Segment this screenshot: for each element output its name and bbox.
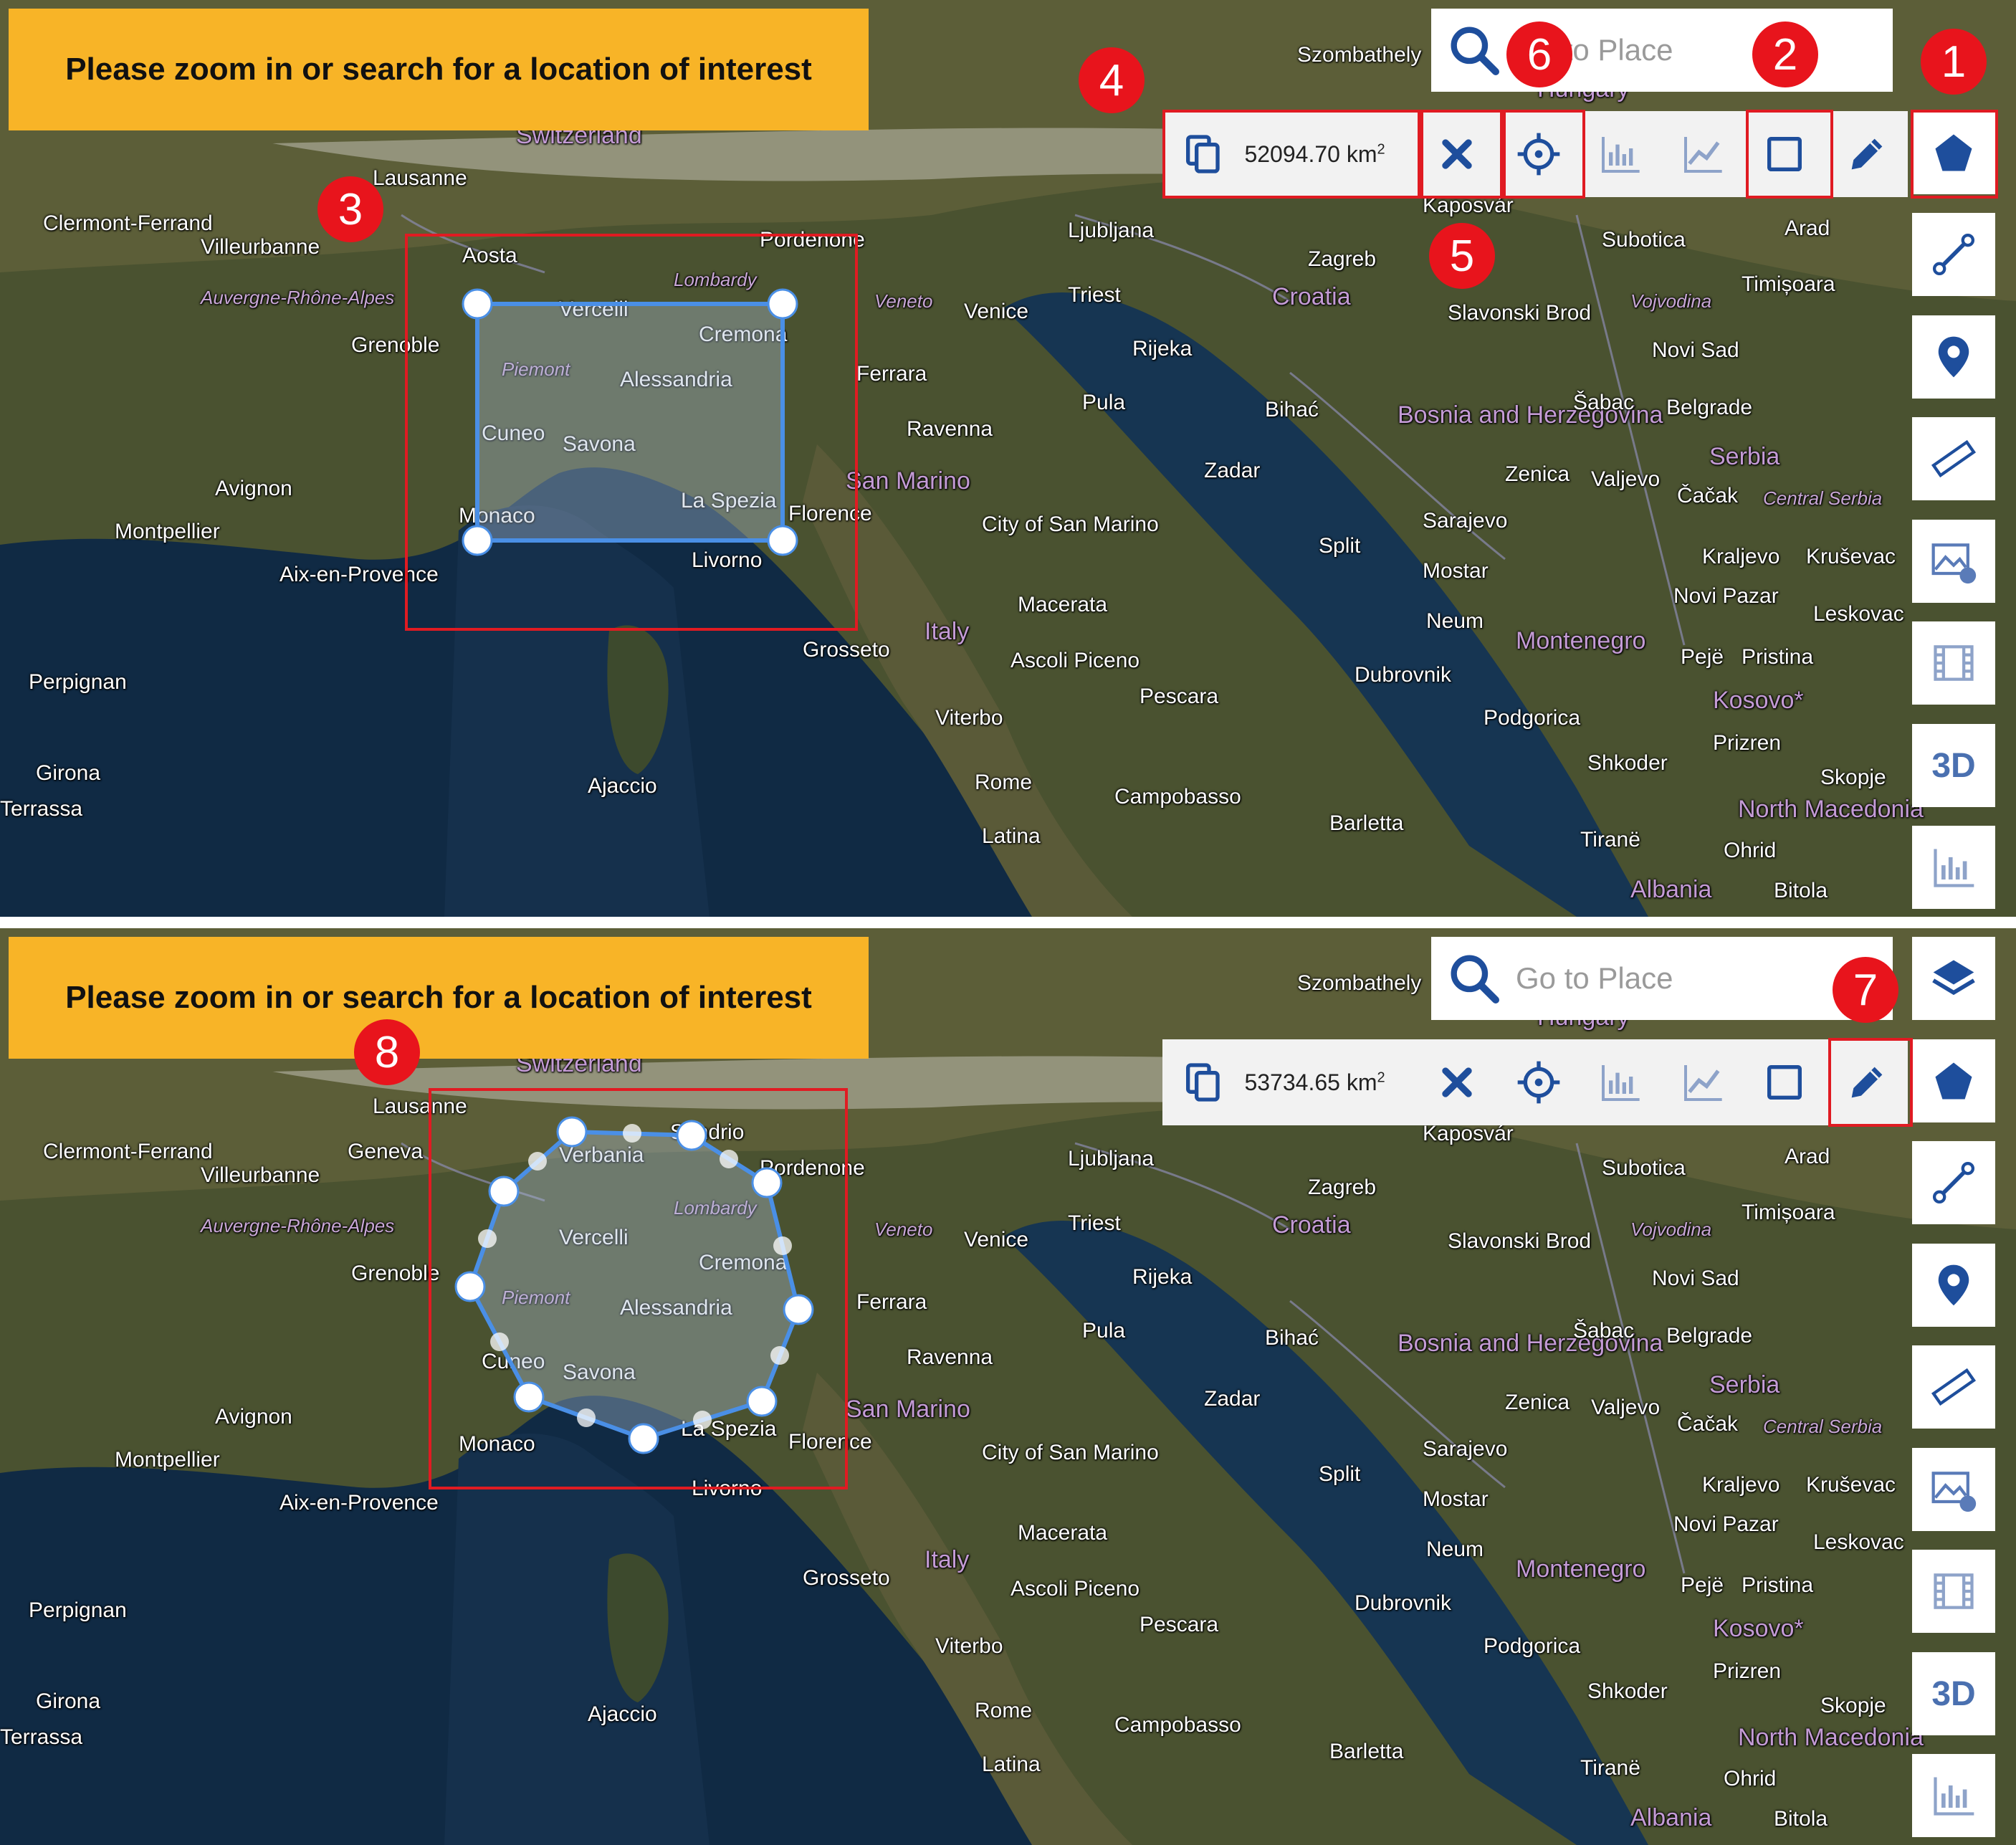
banner-text: Please zoom in or search for a location … — [65, 52, 812, 87]
time-series-button[interactable] — [1662, 1039, 1744, 1125]
image-download-icon — [1931, 1472, 1977, 1512]
line-chart-icon — [1683, 137, 1722, 173]
layers-icon — [1932, 960, 1975, 996]
line-icon — [1932, 1161, 1975, 1204]
rectangle-tool-button[interactable] — [1744, 1039, 1825, 1125]
highlight-box-clear — [1420, 110, 1503, 199]
step-marker: 5 — [1429, 223, 1495, 289]
line-tool-button[interactable] — [1912, 213, 1995, 296]
close-icon — [1441, 1067, 1472, 1097]
highlight-box-area — [1162, 110, 1420, 199]
banner-text: Please zoom in or search for a location … — [65, 980, 812, 1015]
step-marker: 7 — [1833, 957, 1898, 1023]
measure-tool-button[interactable] — [1912, 1345, 1995, 1429]
highlight-box-zoom-to — [1503, 110, 1585, 199]
area-value: 53734.65 km — [1244, 1069, 1377, 1095]
bar-chart-icon — [1934, 1777, 1974, 1816]
info-banner: Please zoom in or search for a location … — [9, 937, 869, 1059]
timelapse-button[interactable] — [1912, 1550, 1995, 1633]
image-download-button[interactable] — [1912, 1448, 1995, 1531]
clear-button[interactable] — [1415, 1039, 1497, 1125]
time-series-button[interactable] — [1662, 111, 1744, 197]
bar-chart-icon — [1602, 1065, 1640, 1101]
search-box[interactable] — [1431, 937, 1893, 1020]
highlight-box-edit — [1828, 1038, 1913, 1127]
pencil-icon — [1851, 138, 1883, 170]
crosshair-icon — [1517, 1061, 1560, 1104]
map-pin-icon — [1938, 336, 1969, 378]
line-icon — [1932, 233, 1975, 276]
edit-button[interactable] — [1826, 111, 1908, 197]
line-tool-button[interactable] — [1912, 1141, 1995, 1224]
copy-button[interactable] — [1162, 1039, 1244, 1125]
3d-icon: 3D — [1931, 1674, 1976, 1713]
histogram-button[interactable] — [1580, 111, 1661, 197]
bar-chart-icon — [1934, 849, 1974, 887]
timelapse-button[interactable] — [1912, 621, 1995, 705]
step-marker: 6 — [1506, 22, 1572, 87]
zoom-to-button[interactable] — [1498, 1039, 1580, 1125]
panel-divider — [0, 917, 2016, 928]
map-panel-top[interactable]: Switzerland Lausanne Clermont-Ferrand Vi… — [0, 0, 2016, 917]
copy-icon — [1186, 1063, 1220, 1102]
ruler-icon — [1931, 1368, 1977, 1406]
histogram-button[interactable] — [1580, 1039, 1661, 1125]
square-icon — [1767, 1065, 1802, 1100]
polygon-tool-button[interactable] — [1912, 1039, 1995, 1122]
measure-tool-button[interactable] — [1912, 417, 1995, 500]
film-icon — [1934, 645, 1974, 681]
polygon-toolbar: 53734.65 km2 — [1162, 1039, 1908, 1125]
3d-icon: 3D — [1931, 746, 1976, 785]
search-icon[interactable] — [1446, 950, 1503, 1007]
bar-chart-icon — [1602, 137, 1640, 173]
ruler-icon — [1931, 439, 1977, 478]
image-download-button[interactable] — [1912, 520, 1995, 603]
step-marker: 4 — [1079, 47, 1145, 113]
info-banner: Please zoom in or search for a location … — [9, 9, 869, 130]
map-panel-bottom[interactable]: Switzerland Lausanne Geneva Clermont-Fer… — [0, 928, 2016, 1845]
point-tool-button[interactable] — [1912, 1244, 1995, 1327]
search-icon[interactable] — [1446, 22, 1503, 79]
layers-button[interactable] — [1912, 937, 1995, 1020]
highlight-box-aoi — [405, 234, 858, 631]
step-marker: 8 — [354, 1019, 420, 1085]
highlight-box-aoi — [429, 1088, 848, 1489]
highlight-box-polygon-tool — [1911, 110, 1998, 199]
step-marker: 3 — [317, 176, 383, 242]
search-input[interactable] — [1514, 960, 1861, 996]
area-unit-sup: 2 — [1377, 1069, 1385, 1085]
film-icon — [1934, 1573, 1974, 1609]
step-marker: 2 — [1752, 22, 1818, 87]
statistics-button[interactable] — [1912, 826, 1995, 909]
pentagon-icon — [1935, 1062, 1972, 1100]
point-tool-button[interactable] — [1912, 315, 1995, 399]
image-download-icon — [1931, 543, 1977, 584]
3d-view-button[interactable]: 3D — [1912, 1652, 1995, 1735]
statistics-button[interactable] — [1912, 1754, 1995, 1837]
map-pin-icon — [1938, 1264, 1969, 1306]
line-chart-icon — [1683, 1065, 1722, 1101]
search-box[interactable] — [1431, 9, 1893, 92]
step-marker: 1 — [1921, 29, 1987, 95]
area-readout: 53734.65 km2 — [1244, 1069, 1415, 1096]
highlight-box-rectangle-tool — [1746, 110, 1833, 199]
3d-view-button[interactable]: 3D — [1912, 724, 1995, 807]
